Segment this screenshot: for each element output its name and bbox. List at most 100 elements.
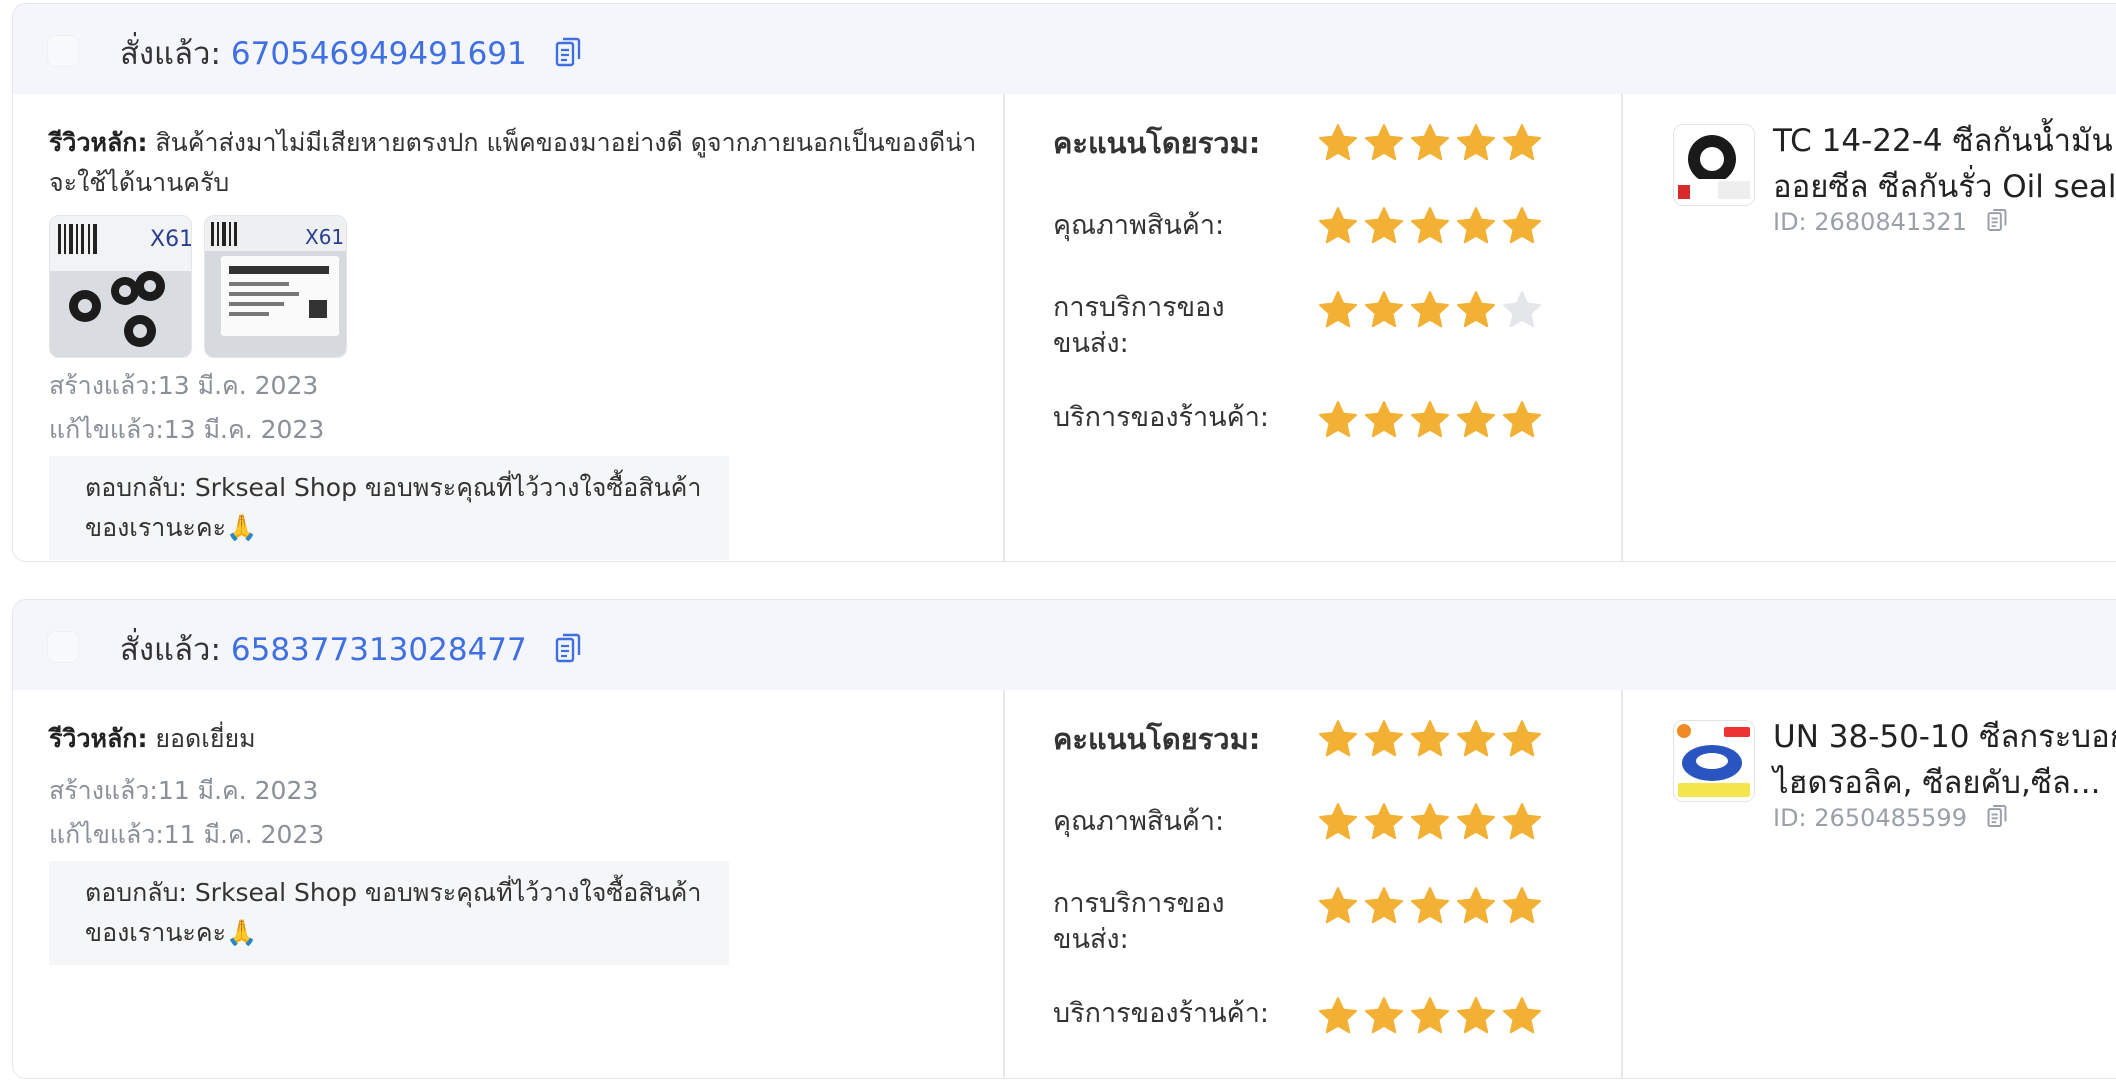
star-filled-icon bbox=[1411, 720, 1449, 757]
seller-reply: ตอบกลับ: Srkseal Shop ขอบพระคุณที่ไว้วาง… bbox=[49, 861, 729, 965]
product-image[interactable] bbox=[1673, 124, 1755, 206]
star-filled-icon bbox=[1457, 291, 1495, 328]
review-prefix: รีวิวหลัก: bbox=[49, 128, 148, 157]
star-filled-icon bbox=[1365, 803, 1403, 840]
rating-label: คะแนนโดยรวม: bbox=[1053, 126, 1261, 160]
review-images: X61 X61 bbox=[49, 215, 979, 358]
copy-icon[interactable] bbox=[555, 633, 581, 671]
star-rating bbox=[1318, 996, 1542, 1036]
order-card: สั่งแล้ว: 670546949491691 รีวิวหลัก: สินค… bbox=[12, 3, 2116, 562]
column-divider bbox=[1003, 94, 1005, 561]
copy-icon[interactable] bbox=[1987, 805, 2007, 834]
star-filled-icon bbox=[1457, 207, 1495, 244]
star-filled-icon bbox=[1365, 887, 1403, 924]
review-list: สั่งแล้ว: 670546949491691 รีวิวหลัก: สินค… bbox=[0, 0, 2116, 1086]
star-rating bbox=[1318, 802, 1542, 842]
product-id: ID: 2680841321 bbox=[1773, 208, 2007, 238]
product-id-text: ID: 2680841321 bbox=[1773, 208, 1967, 236]
star-rating bbox=[1318, 206, 1542, 246]
product-image[interactable] bbox=[1673, 720, 1755, 802]
star-rating bbox=[1318, 886, 1542, 926]
edited-date: แก้ไขแล้ว:13 มี.ค. 2023 bbox=[49, 415, 325, 444]
star-filled-icon bbox=[1365, 207, 1403, 244]
star-filled-icon bbox=[1503, 207, 1541, 244]
review-column: รีวิวหลัก: ยอดเยี่ยม สร้างแล้ว:11 มี.ค. … bbox=[49, 690, 979, 965]
column-divider bbox=[1003, 690, 1005, 1078]
rating-label: คุณภาพสินค้า: bbox=[1053, 806, 1225, 837]
star-filled-icon bbox=[1319, 803, 1357, 840]
svg-text:X61: X61 bbox=[305, 225, 344, 249]
svg-text:X61: X61 bbox=[150, 227, 191, 252]
edited-date: แก้ไขแล้ว:11 มี.ค. 2023 bbox=[49, 820, 325, 849]
star-filled-icon bbox=[1365, 291, 1403, 328]
star-rating bbox=[1318, 719, 1542, 759]
column-divider bbox=[1621, 690, 1623, 1078]
copy-icon[interactable] bbox=[555, 37, 581, 75]
rating-label: บริการของร้านค้า: bbox=[1053, 998, 1269, 1029]
star-filled-icon bbox=[1457, 803, 1495, 840]
rating-label: คุณภาพสินค้า: bbox=[1053, 210, 1225, 241]
order-header: สั่งแล้ว: 658377313028477 bbox=[13, 600, 2116, 690]
review-main: รีวิวหลัก: ยอดเยี่ยม bbox=[49, 719, 979, 759]
product-title[interactable]: UN 38-50-10 ซีลกระบอกไฮดรอลิค, ซีลยคับ,ซ… bbox=[1773, 714, 2116, 806]
rating-label: การบริการของขนส่ง: bbox=[1053, 888, 1225, 955]
star-filled-icon bbox=[1503, 401, 1541, 438]
star-filled-icon bbox=[1365, 124, 1403, 161]
star-filled-icon bbox=[1411, 887, 1449, 924]
star-filled-icon bbox=[1411, 401, 1449, 438]
star-filled-icon bbox=[1365, 401, 1403, 438]
star-filled-icon bbox=[1457, 887, 1495, 924]
star-filled-icon bbox=[1365, 997, 1403, 1034]
star-filled-icon bbox=[1319, 124, 1357, 161]
star-filled-icon bbox=[1319, 720, 1357, 757]
star-filled-icon bbox=[1503, 720, 1541, 757]
order-label-text: สั่งแล้ว: bbox=[120, 632, 221, 668]
order-label: สั่งแล้ว: 670546949491691 bbox=[120, 28, 581, 78]
star-rating bbox=[1318, 290, 1542, 330]
review-main: รีวิวหลัก: สินค้าส่งมาไม่มีเสียหายตรงปก … bbox=[49, 123, 979, 203]
star-filled-icon bbox=[1503, 803, 1541, 840]
star-filled-icon bbox=[1411, 291, 1449, 328]
review-image[interactable]: X61 bbox=[49, 215, 192, 358]
review-text: สินค้าส่งมาไม่มีเสียหายตรงปก แพ็คของมาอย… bbox=[49, 128, 977, 197]
star-filled-icon bbox=[1319, 887, 1357, 924]
select-checkbox[interactable] bbox=[47, 35, 79, 67]
rating-label: คะแนนโดยรวม: bbox=[1053, 722, 1261, 756]
star-filled-icon bbox=[1457, 401, 1495, 438]
star-filled-icon bbox=[1411, 124, 1449, 161]
star-filled-icon bbox=[1411, 207, 1449, 244]
rating-label: การบริการของขนส่ง: bbox=[1053, 292, 1225, 359]
review-image[interactable]: X61 bbox=[204, 215, 347, 358]
product-id: ID: 2650485599 bbox=[1773, 804, 2007, 834]
order-header: สั่งแล้ว: 670546949491691 bbox=[13, 4, 2116, 94]
star-filled-icon bbox=[1503, 124, 1541, 161]
review-text: ยอดเยี่ยม bbox=[155, 724, 256, 753]
star-filled-icon bbox=[1457, 124, 1495, 161]
star-filled-icon bbox=[1319, 207, 1357, 244]
star-filled-icon bbox=[1503, 887, 1541, 924]
seller-reply: ตอบกลับ: Srkseal Shop ขอบพระคุณที่ไว้วาง… bbox=[49, 456, 729, 560]
star-filled-icon bbox=[1319, 997, 1357, 1034]
star-filled-icon bbox=[1503, 997, 1541, 1034]
review-column: รีวิวหลัก: สินค้าส่งมาไม่มีเสียหายตรงปก … bbox=[49, 94, 979, 560]
star-filled-icon bbox=[1457, 997, 1495, 1034]
star-filled-icon bbox=[1457, 720, 1495, 757]
order-id-link[interactable]: 658377313028477 bbox=[231, 632, 527, 668]
created-date: สร้างแล้ว:13 มี.ค. 2023 bbox=[49, 371, 319, 400]
product-title[interactable]: TC 14-22-4 ซีลกันน้ำมัน ออยซีล ซีลกันรั่… bbox=[1773, 118, 2116, 210]
rating-label: บริการของร้านค้า: bbox=[1053, 402, 1269, 433]
star-empty-icon bbox=[1503, 291, 1541, 328]
star-filled-icon bbox=[1365, 720, 1403, 757]
order-id-link[interactable]: 670546949491691 bbox=[231, 36, 527, 72]
created-date: สร้างแล้ว:11 มี.ค. 2023 bbox=[49, 776, 319, 805]
order-label-text: สั่งแล้ว: bbox=[120, 36, 221, 72]
star-filled-icon bbox=[1319, 291, 1357, 328]
star-rating bbox=[1318, 123, 1542, 163]
order-label: สั่งแล้ว: 658377313028477 bbox=[120, 624, 581, 674]
order-card: สั่งแล้ว: 658377313028477 รีวิวหลัก: ยอดเ… bbox=[12, 599, 2116, 1079]
column-divider bbox=[1621, 94, 1623, 561]
select-checkbox[interactable] bbox=[47, 631, 79, 663]
star-rating bbox=[1318, 400, 1542, 440]
star-filled-icon bbox=[1411, 997, 1449, 1034]
copy-icon[interactable] bbox=[1987, 209, 2007, 238]
